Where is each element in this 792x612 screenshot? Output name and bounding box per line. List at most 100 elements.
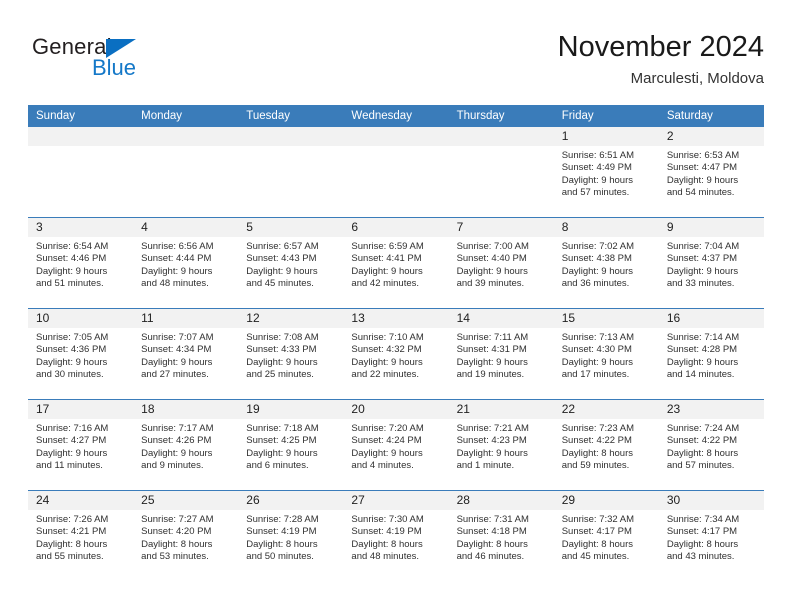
calendar-day-cell[interactable]: 29 Sunrise: 7:32 AM Sunset: 4:17 PM Dayligh… — [553, 490, 659, 581]
title-block: November 2024 Marculesti, Moldova — [558, 30, 764, 88]
calendar-day-cell[interactable]: 8 Sunrise: 7:02 AM Sunset: 4:38 PM Daylight… — [553, 217, 659, 309]
calendar-day-cell[interactable] — [448, 127, 554, 218]
calendar-day[interactable]: 5 Sunrise: 6:57 AM Sunset: 4:43 PM Daylight… — [238, 218, 344, 308]
calendar-day-cell[interactable]: 5 Sunrise: 6:57 AM Sunset: 4:43 PM Daylight… — [238, 217, 344, 309]
daylight-duration-line2: and 55 minutes. — [36, 550, 104, 562]
calendar-day-cell[interactable]: 20 Sunrise: 7:20 AM Sunset: 4:24 PM Dayligh… — [343, 399, 449, 491]
daylight-duration-line1: Daylight: 9 hours — [456, 356, 528, 368]
calendar-day[interactable]: 22 Sunrise: 7:23 AM Sunset: 4:22 PM Dayligh… — [553, 400, 659, 490]
sun-info: Sunrise: 7:27 AM Sunset: 4:20 PM Daylight:… — [133, 510, 238, 563]
calendar-day[interactable]: 7 Sunrise: 7:00 AM Sunset: 4:40 PM Daylight… — [448, 218, 554, 308]
sunset-time: Sunset: 4:34 PM — [141, 344, 212, 356]
day-number: 19 — [238, 400, 344, 419]
calendar-week-row: 17 Sunrise: 7:16 AM Sunset: 4:27 PM Dayligh… — [28, 399, 764, 491]
calendar-day[interactable]: 27 Sunrise: 7:30 AM Sunset: 4:19 PM Dayligh… — [343, 491, 449, 581]
sunset-time: Sunset: 4:26 PM — [141, 435, 212, 447]
calendar-day[interactable]: 19 Sunrise: 7:18 AM Sunset: 4:25 PM Dayligh… — [238, 400, 344, 490]
calendar-day-cell[interactable]: 2 Sunrise: 6:53 AM Sunset: 4:47 PM Daylight… — [658, 127, 764, 218]
sun-info: Sunrise: 7:32 AM Sunset: 4:17 PM Daylight:… — [554, 510, 659, 563]
calendar-day-cell[interactable]: 18 Sunrise: 7:17 AM Sunset: 4:26 PM Dayligh… — [133, 399, 239, 491]
calendar-week-row: 24 Sunrise: 7:26 AM Sunset: 4:21 PM Dayligh… — [28, 490, 764, 581]
sun-info: Sunrise: 7:14 AM Sunset: 4:28 PM Daylight:… — [659, 328, 764, 381]
calendar-day[interactable]: 28 Sunrise: 7:31 AM Sunset: 4:18 PM Dayligh… — [448, 491, 554, 581]
sun-info: Sunrise: 7:11 AM Sunset: 4:31 PM Daylight:… — [449, 328, 554, 381]
calendar-day-cell[interactable] — [238, 127, 344, 218]
calendar-day[interactable]: 9 Sunrise: 7:04 AM Sunset: 4:37 PM Daylight… — [658, 218, 764, 308]
daylight-duration-line1: Daylight: 9 hours — [666, 356, 739, 368]
calendar-day-cell[interactable]: 13 Sunrise: 7:10 AM Sunset: 4:32 PM Dayligh… — [343, 308, 449, 400]
calendar-day-cell[interactable]: 10 Sunrise: 7:05 AM Sunset: 4:36 PM Dayligh… — [28, 308, 134, 400]
calendar-day-cell[interactable]: 1 Sunrise: 6:51 AM Sunset: 4:49 PM Daylight… — [553, 127, 659, 218]
calendar-day-cell[interactable]: 12 Sunrise: 7:08 AM Sunset: 4:33 PM Dayligh… — [238, 308, 344, 400]
calendar-day-empty — [343, 127, 449, 217]
sunrise-time: Sunrise: 7:20 AM — [351, 423, 424, 434]
calendar-day-cell[interactable]: 11 Sunrise: 7:07 AM Sunset: 4:34 PM Dayligh… — [133, 308, 239, 400]
calendar-day-cell[interactable]: 27 Sunrise: 7:30 AM Sunset: 4:19 PM Dayligh… — [343, 490, 449, 581]
calendar-day-cell[interactable]: 4 Sunrise: 6:56 AM Sunset: 4:44 PM Daylight… — [133, 217, 239, 309]
calendar-day-cell[interactable]: 14 Sunrise: 7:11 AM Sunset: 4:31 PM Dayligh… — [448, 308, 554, 400]
general-blue-logo[interactable]: General Blue — [32, 34, 212, 90]
calendar-day-cell[interactable] — [28, 127, 134, 218]
sunrise-time: Sunrise: 7:00 AM — [456, 241, 529, 252]
calendar-day[interactable]: 26 Sunrise: 7:28 AM Sunset: 4:19 PM Dayligh… — [238, 491, 344, 581]
calendar-day-cell[interactable] — [133, 127, 239, 218]
calendar-day[interactable]: 23 Sunrise: 7:24 AM Sunset: 4:22 PM Dayligh… — [658, 400, 764, 490]
calendar-day-cell[interactable]: 22 Sunrise: 7:23 AM Sunset: 4:22 PM Dayligh… — [553, 399, 659, 491]
calendar-day[interactable]: 8 Sunrise: 7:02 AM Sunset: 4:38 PM Daylight… — [553, 218, 659, 308]
sunset-time: Sunset: 4:27 PM — [36, 435, 107, 447]
sunrise-time: Sunrise: 7:07 AM — [141, 332, 214, 343]
sunset-time: Sunset: 4:41 PM — [351, 253, 422, 265]
calendar-day[interactable]: 13 Sunrise: 7:10 AM Sunset: 4:32 PM Dayligh… — [343, 309, 449, 399]
day-number: 16 — [658, 309, 764, 328]
calendar-day-cell[interactable]: 9 Sunrise: 7:04 AM Sunset: 4:37 PM Daylight… — [658, 217, 764, 309]
calendar-day[interactable]: 20 Sunrise: 7:20 AM Sunset: 4:24 PM Dayligh… — [343, 400, 449, 490]
calendar-day-cell[interactable]: 26 Sunrise: 7:28 AM Sunset: 4:19 PM Dayligh… — [238, 490, 344, 581]
calendar-day[interactable]: 2 Sunrise: 6:53 AM Sunset: 4:47 PM Daylight… — [658, 127, 764, 217]
calendar-day[interactable]: 12 Sunrise: 7:08 AM Sunset: 4:33 PM Dayligh… — [238, 309, 344, 399]
calendar-day[interactable]: 16 Sunrise: 7:14 AM Sunset: 4:28 PM Dayligh… — [658, 309, 764, 399]
calendar-day[interactable]: 10 Sunrise: 7:05 AM Sunset: 4:36 PM Dayligh… — [28, 309, 134, 399]
calendar-day[interactable]: 4 Sunrise: 6:56 AM Sunset: 4:44 PM Daylight… — [133, 218, 239, 308]
daylight-duration-line1: Daylight: 9 hours — [141, 356, 213, 368]
calendar-day-cell[interactable]: 19 Sunrise: 7:18 AM Sunset: 4:25 PM Dayligh… — [238, 399, 344, 491]
calendar-day[interactable]: 25 Sunrise: 7:27 AM Sunset: 4:20 PM Dayligh… — [133, 491, 239, 581]
calendar-day[interactable]: 14 Sunrise: 7:11 AM Sunset: 4:31 PM Dayligh… — [448, 309, 554, 399]
calendar-day[interactable]: 21 Sunrise: 7:21 AM Sunset: 4:23 PM Dayligh… — [448, 400, 554, 490]
calendar-day[interactable]: 11 Sunrise: 7:07 AM Sunset: 4:34 PM Dayligh… — [133, 309, 239, 399]
calendar-day-cell[interactable]: 16 Sunrise: 7:14 AM Sunset: 4:28 PM Dayligh… — [658, 308, 764, 400]
calendar-day-cell[interactable]: 25 Sunrise: 7:27 AM Sunset: 4:20 PM Dayligh… — [133, 490, 239, 581]
calendar-day[interactable]: 3 Sunrise: 6:54 AM Sunset: 4:46 PM Daylight… — [28, 218, 134, 308]
daylight-duration-line2: and 43 minutes. — [666, 550, 735, 562]
calendar-day-cell[interactable]: 3 Sunrise: 6:54 AM Sunset: 4:46 PM Daylight… — [28, 217, 134, 309]
day-number: 10 — [28, 309, 134, 328]
calendar-day-cell[interactable]: 7 Sunrise: 7:00 AM Sunset: 4:40 PM Daylight… — [448, 217, 554, 309]
daylight-duration-line2: and 48 minutes. — [141, 277, 209, 289]
calendar-day[interactable]: 17 Sunrise: 7:16 AM Sunset: 4:27 PM Dayligh… — [28, 400, 134, 490]
daylight-duration-line2: and 42 minutes. — [351, 277, 420, 289]
day-number — [448, 127, 554, 146]
calendar-day-cell[interactable]: 30 Sunrise: 7:34 AM Sunset: 4:17 PM Dayligh… — [658, 490, 764, 581]
calendar-day-cell[interactable]: 24 Sunrise: 7:26 AM Sunset: 4:21 PM Dayligh… — [28, 490, 134, 581]
calendar-day[interactable]: 30 Sunrise: 7:34 AM Sunset: 4:17 PM Dayligh… — [658, 491, 764, 581]
calendar-day[interactable]: 24 Sunrise: 7:26 AM Sunset: 4:21 PM Dayligh… — [28, 491, 134, 581]
calendar-day[interactable]: 6 Sunrise: 6:59 AM Sunset: 4:41 PM Daylight… — [343, 218, 449, 308]
calendar-day[interactable]: 15 Sunrise: 7:13 AM Sunset: 4:30 PM Dayligh… — [553, 309, 659, 399]
calendar-day[interactable]: 18 Sunrise: 7:17 AM Sunset: 4:26 PM Dayligh… — [133, 400, 239, 490]
calendar-day-cell[interactable]: 23 Sunrise: 7:24 AM Sunset: 4:22 PM Dayligh… — [658, 399, 764, 491]
sunrise-time: Sunrise: 7:27 AM — [141, 514, 214, 525]
page-header: General Blue November 2024 Marculesti, M… — [28, 30, 764, 98]
calendar-day[interactable]: 1 Sunrise: 6:51 AM Sunset: 4:49 PM Daylight… — [553, 127, 659, 217]
calendar-day-cell[interactable] — [343, 127, 449, 218]
calendar-day-cell[interactable]: 21 Sunrise: 7:21 AM Sunset: 4:23 PM Dayligh… — [448, 399, 554, 491]
day-number — [238, 127, 344, 146]
calendar-day-cell[interactable]: 6 Sunrise: 6:59 AM Sunset: 4:41 PM Daylight… — [343, 217, 449, 309]
sunset-time: Sunset: 4:19 PM — [351, 526, 422, 538]
calendar-day-cell[interactable]: 17 Sunrise: 7:16 AM Sunset: 4:27 PM Dayligh… — [28, 399, 134, 491]
daylight-duration-line2: and 59 minutes. — [561, 459, 630, 471]
calendar-table: Sunday Monday Tuesday Wednesday Thursday… — [28, 105, 764, 581]
sunset-time: Sunset: 4:49 PM — [561, 162, 632, 174]
calendar-day-cell[interactable]: 15 Sunrise: 7:13 AM Sunset: 4:30 PM Dayligh… — [553, 308, 659, 400]
sunrise-time: Sunrise: 7:02 AM — [561, 241, 635, 252]
calendar-day-cell[interactable]: 28 Sunrise: 7:31 AM Sunset: 4:18 PM Dayligh… — [448, 490, 554, 581]
calendar-day[interactable]: 29 Sunrise: 7:32 AM Sunset: 4:17 PM Dayligh… — [553, 491, 659, 581]
